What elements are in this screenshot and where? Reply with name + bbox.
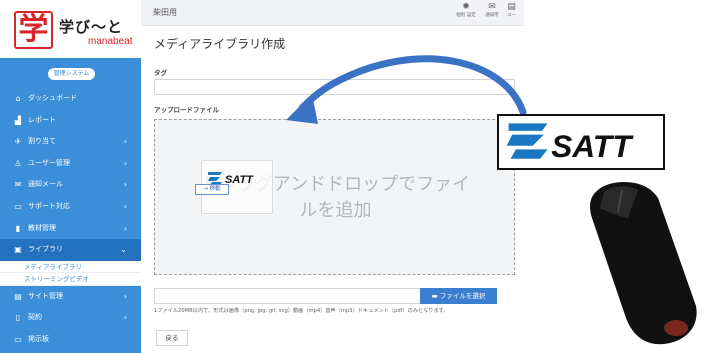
- sidebar-item-user-management[interactable]: ♙ ユーザー管理 ›: [0, 153, 141, 175]
- satt-logo-text: SATT: [225, 174, 254, 186]
- pin-icon: ✈: [14, 137, 22, 147]
- sidebar-subitem-media-library[interactable]: メディアライブラリ: [0, 260, 141, 274]
- site-icon: ▤: [14, 291, 22, 301]
- logo-mark: 学: [14, 11, 53, 49]
- sidebar-item-label: サイト管理: [28, 291, 63, 300]
- satt-logo-text: SATT: [551, 128, 634, 164]
- chevron-right-icon: ›: [123, 137, 127, 147]
- sidebar: 学 学び〜と manabeat 管理システム ⌂ ダッシュボード ▟ レポート …: [0, 0, 141, 353]
- chat-icon: ▭: [14, 201, 22, 211]
- contract-icon: ▯: [15, 313, 21, 323]
- file-name-field[interactable]: [154, 288, 420, 304]
- mail-icon: ✉: [14, 180, 22, 190]
- chart-icon: ▟: [14, 115, 22, 125]
- sidebar-nav: ⌂ ダッシュボード ▟ レポート ✈ 割り当て › ♙ ユーザー管理 › ✉ 通…: [0, 88, 141, 351]
- chevron-right-icon: ›: [123, 291, 127, 301]
- tag-label: タグ: [154, 69, 167, 77]
- logo-subtext: manabeat: [88, 36, 133, 47]
- sidebar-item-notification-mail[interactable]: ✉ 通知メール ›: [0, 174, 141, 196]
- sidebar-item-dashboard[interactable]: ⌂ ダッシュボード: [0, 88, 141, 110]
- sidebar-item-site-management[interactable]: ▤ サイト管理 ›: [0, 286, 141, 308]
- sidebar-subitem-streaming-video[interactable]: ストリーミングビデオ: [0, 273, 141, 286]
- choose-file-button[interactable]: ▬ ファイルを選択: [420, 288, 497, 304]
- user-icon: ♙: [14, 158, 22, 168]
- folder-icon: ▬: [431, 292, 440, 300]
- sidebar-item-label: 教材管理: [28, 223, 56, 232]
- sidebar-item-library[interactable]: ▣ ライブラリ ⌄: [0, 239, 141, 261]
- computer-mouse-icon: [590, 181, 697, 345]
- book-icon: ▮: [15, 223, 21, 233]
- sidebar-item-label: 割り当て: [28, 137, 56, 146]
- sidebar-item-label: サポート対応: [28, 201, 70, 210]
- top-bar: 柴田用 ✹ 個別 設定 ✉ 通知所 ▤ ユー: [141, 0, 524, 26]
- logo-text: 学び〜と: [59, 18, 124, 36]
- sidebar-item-bulletin-board[interactable]: ▭ 掲示板: [0, 329, 141, 351]
- user-name: 柴田用: [153, 8, 177, 17]
- admin-system-badge[interactable]: 管理システム: [48, 68, 95, 80]
- app-logo[interactable]: 学 学び〜と manabeat: [0, 0, 141, 58]
- home-icon: ⌂: [15, 94, 21, 103]
- sidebar-item-report[interactable]: ▟ レポート: [0, 110, 141, 132]
- sidebar-item-label: 通知メール: [28, 180, 63, 189]
- sidebar-item-assignment[interactable]: ✈ 割り当て ›: [0, 131, 141, 153]
- sidebar-item-label: ライブラリ: [28, 245, 63, 254]
- file-select-row: ▬ ファイルを選択: [154, 288, 515, 304]
- chevron-right-icon: ›: [123, 313, 127, 323]
- sidebar-item-label: ユーザー管理: [28, 158, 70, 167]
- sidebar-item-support[interactable]: ▭ サポート対応 ›: [0, 196, 141, 218]
- drag-arrow-icon: [286, 55, 527, 124]
- file-format-note: 1ファイル20MB以内で、形式は画像（png, jpg, gif, svg）動画…: [154, 308, 449, 314]
- sidebar-item-label: レポート: [28, 115, 56, 124]
- board-icon: ▭: [14, 334, 22, 344]
- user-icon[interactable]: ▤ ユー: [499, 2, 524, 19]
- chevron-right-icon: ›: [123, 158, 127, 168]
- satt-logo-card: SATT: [497, 114, 665, 170]
- upload-file-label: アップロードファイル: [154, 106, 219, 114]
- chevron-right-icon: ›: [123, 201, 127, 211]
- chevron-right-icon: ›: [123, 180, 127, 190]
- chevron-right-icon: ›: [123, 223, 127, 233]
- move-tooltip: → 移動: [195, 184, 229, 195]
- satt-logo-icon: SATT: [506, 123, 634, 164]
- sidebar-item-label: ダッシュボード: [28, 94, 77, 102]
- sidebar-item-label: 掲示板: [28, 334, 49, 343]
- sidebar-item-contract[interactable]: ▯ 契約 ›: [0, 307, 141, 329]
- chevron-down-icon: ⌄: [120, 245, 127, 255]
- sidebar-item-label: 契約: [28, 313, 42, 322]
- choose-file-label: ファイルを選択: [439, 292, 486, 300]
- page-title: メディアライブラリ作成: [154, 37, 286, 51]
- back-button[interactable]: 戻る: [156, 330, 188, 346]
- library-icon: ▣: [14, 245, 22, 255]
- sidebar-item-materials[interactable]: ▮ 教材管理 ›: [0, 218, 141, 240]
